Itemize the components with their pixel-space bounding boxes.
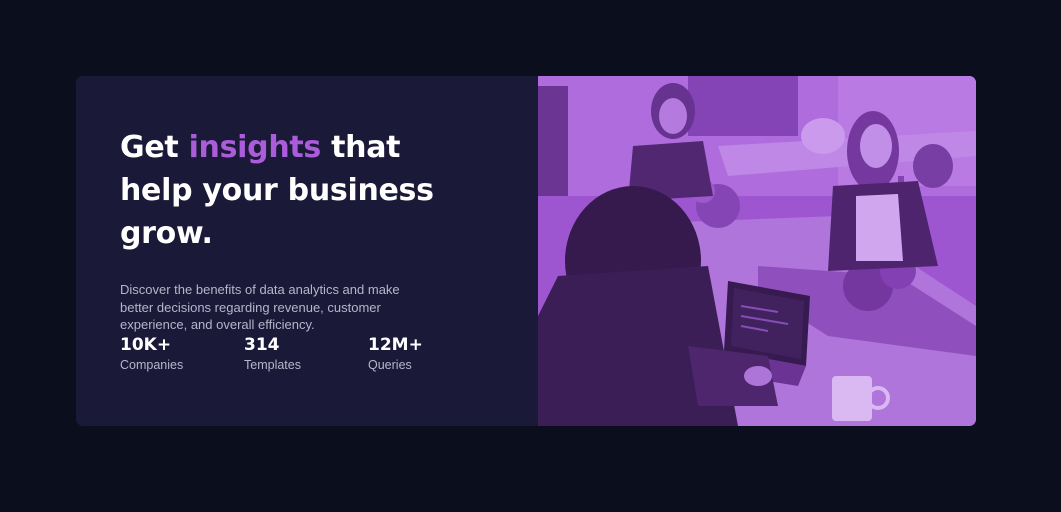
- stat-label: Templates: [244, 358, 301, 372]
- card-content: Get insights that help your business gro…: [76, 76, 538, 426]
- stat-label: Queries: [368, 358, 412, 372]
- description: Discover the benefits of data analytics …: [120, 282, 400, 332]
- stat-label: Companies: [120, 358, 184, 372]
- headline: Get insights that help your business gro…: [120, 126, 480, 255]
- stat-value: 12M+: [368, 335, 423, 355]
- stat-companies: 10K+ Companies: [120, 334, 244, 374]
- insights-card: Get insights that help your business gro…: [76, 76, 976, 426]
- headline-start: Get: [120, 130, 189, 165]
- stat-queries: 12M+ Queries: [368, 334, 492, 374]
- headline-accent-word: insights: [188, 130, 322, 165]
- office-photo-illustration: [538, 76, 976, 426]
- stat-value: 10K+: [120, 335, 172, 355]
- stat-templates: 314 Templates: [244, 334, 368, 374]
- office-photo: [538, 76, 976, 426]
- stat-value: 314: [244, 335, 280, 355]
- stats-row: 10K+ Companies 314 Templates 12M+ Querie…: [120, 334, 492, 374]
